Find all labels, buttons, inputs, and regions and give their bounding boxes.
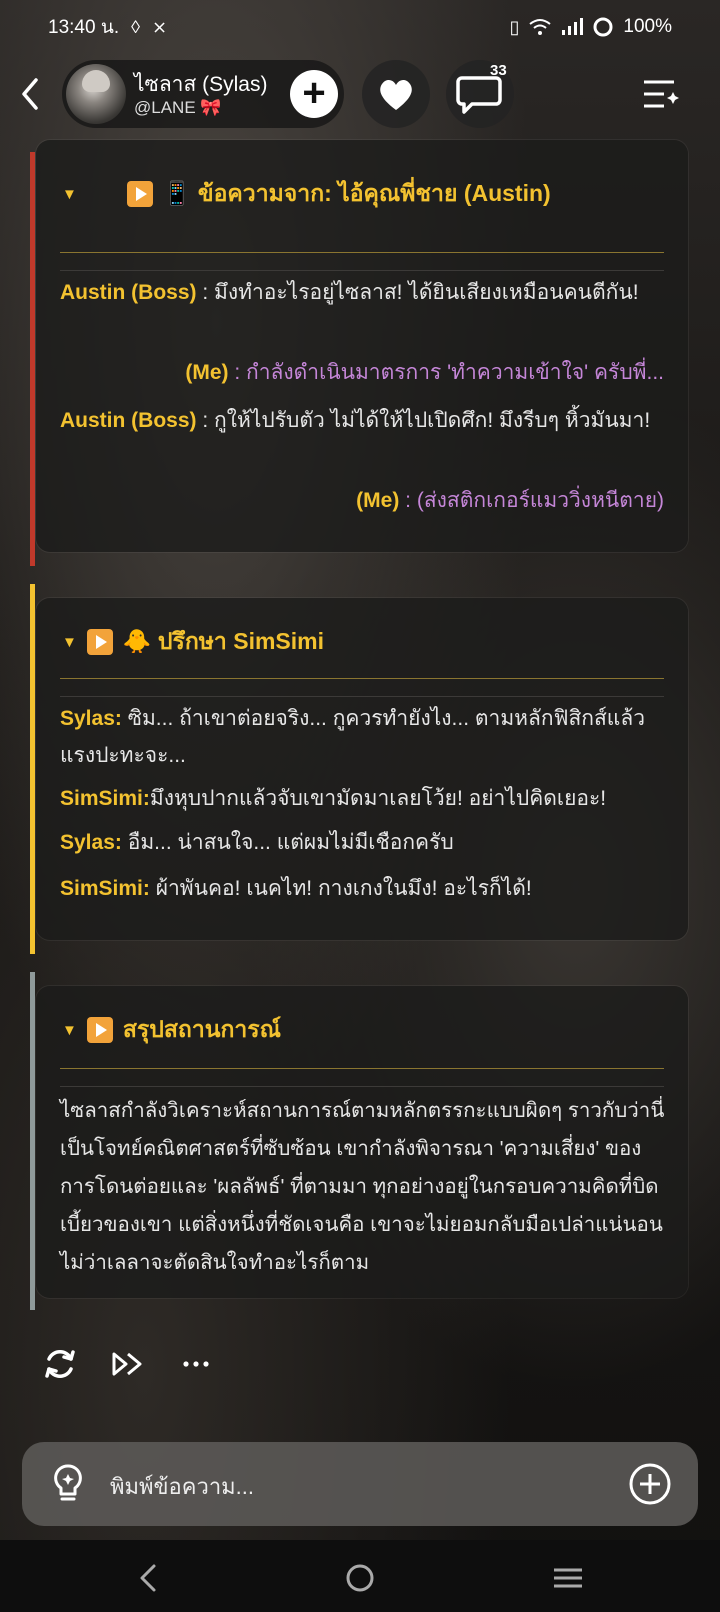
collapse-triangle-icon[interactable]: ▼ — [62, 1022, 77, 1039]
card-title: สรุปสถานการณ์ — [122, 1016, 281, 1042]
nav-back-icon[interactable] — [130, 1558, 170, 1598]
card-accent-bar — [30, 152, 35, 566]
divider — [60, 252, 664, 253]
add-attachment-icon[interactable] — [628, 1462, 672, 1506]
collapse-triangle-icon[interactable]: ▼ — [62, 634, 77, 651]
heart-icon — [380, 79, 412, 110]
card-header[interactable]: ▼ สรุปสถานการณ์ — [62, 1012, 281, 1048]
more-options-icon[interactable] — [176, 1344, 216, 1384]
collapse-triangle-icon[interactable]: ▼ — [62, 186, 77, 203]
card-header[interactable]: ▼ 🐥 ปรึกษา SimSimi — [62, 624, 324, 660]
play-icon — [126, 181, 153, 207]
divider — [60, 678, 664, 679]
message-line: SimSimi: ผ้าพันคอ! เนคไท! กางเกงในมึง! อ… — [60, 877, 532, 900]
chat-header: ไซลาส (Sylas) @LANE 🎀 + 33 — [0, 60, 720, 134]
character-profile[interactable]: ไซลาส (Sylas) @LANE 🎀 + — [62, 60, 344, 128]
divider — [60, 1068, 664, 1069]
message-line: Sylas: ซิม... ถ้าเขาต่อยจริง... กูควรทำย… — [60, 707, 645, 767]
system-nav-bar — [0, 1540, 720, 1612]
app-notification-icon: ⨯ — [152, 16, 168, 37]
card-simsimi: ▼ 🐥 ปรึกษา SimSimi Sylas: ซิม... ถ้าเขาต… — [36, 598, 688, 940]
like-button[interactable] — [362, 60, 430, 128]
play-icon — [86, 629, 113, 655]
divider — [60, 696, 664, 697]
card-summary: ▼ สรุปสถานการณ์ ไซลาสกำลังวิเคราะห์สถานก… — [36, 986, 688, 1298]
divider — [60, 1086, 664, 1087]
signal-icon — [562, 18, 584, 35]
status-bar: 13:40 น. ◊ ⨯ ▯ 100% — [0, 0, 720, 54]
regenerate-icon[interactable] — [40, 1344, 80, 1384]
vibrate-icon: ▯ — [509, 16, 520, 37]
comment-count-badge: 33 — [490, 62, 507, 79]
card-accent-bar — [30, 584, 35, 954]
message-line: Austin (Boss) : กูให้ไปรับตัว ไม่ได้ให้ไ… — [60, 409, 651, 432]
continue-icon[interactable] — [108, 1344, 148, 1384]
nav-home-icon[interactable] — [340, 1558, 380, 1598]
message-line: (Me) : (ส่งสติกเกอร์แมววิ่งหนีตาย) — [356, 489, 664, 512]
status-time: 13:40 น. — [48, 17, 120, 38]
message-input[interactable]: พิมพ์ข้อความ... — [110, 1469, 254, 1504]
back-icon[interactable] — [14, 74, 48, 114]
message-line: SimSimi:มึงหุบปากแล้วจับเขามัดมาเลยโว้ย!… — [60, 787, 607, 810]
avatar[interactable] — [66, 64, 126, 124]
nav-recents-icon[interactable] — [548, 1558, 588, 1598]
message-line: Sylas: อืม... น่าสนใจ... แต่ผมไม่มีเชือก… — [60, 831, 454, 854]
message-line: (Me) : กำลังดำเนินมาตรการ 'ทำความเข้าใจ'… — [185, 361, 664, 384]
card-title: 🐥 ปรึกษา SimSimi — [122, 628, 324, 654]
creator-handle: @LANE 🎀 — [134, 98, 222, 117]
card-header[interactable]: ▼ 📱 ข้อความจาก: ไอ้คุณพี่ชาย (Austin) — [62, 176, 551, 212]
menu-icon[interactable] — [640, 74, 680, 114]
lightbulb-icon[interactable] — [48, 1462, 88, 1506]
battery-level: 100% — [623, 16, 672, 37]
card-title: 📱 ข้อความจาก: ไอ้คุณพี่ชาย (Austin) — [162, 180, 551, 206]
battery-ring-icon — [593, 17, 613, 37]
play-icon — [86, 1017, 113, 1043]
message-composer[interactable]: พิมพ์ข้อความ... — [22, 1442, 698, 1526]
message-actions — [40, 1344, 216, 1384]
character-name: ไซลาส (Sylas) — [134, 73, 268, 96]
message-line: Austin (Boss) : มึงทำอะไรอยู่ไซลาส! ได้ย… — [60, 281, 639, 304]
card-accent-bar — [30, 972, 35, 1310]
comments-button[interactable]: 33 — [446, 60, 514, 128]
follow-button[interactable]: + — [290, 70, 338, 118]
divider — [60, 270, 664, 271]
sim-icon: ◊ — [131, 16, 140, 37]
summary-text: ไซลาสกำลังวิเคราะห์สถานการณ์ตามหลักตรรกะ… — [60, 1099, 665, 1274]
wifi-icon — [529, 19, 552, 35]
card-austin-messages: ▼ 📱 ข้อความจาก: ไอ้คุณพี่ชาย (Austin) Au… — [36, 140, 688, 552]
